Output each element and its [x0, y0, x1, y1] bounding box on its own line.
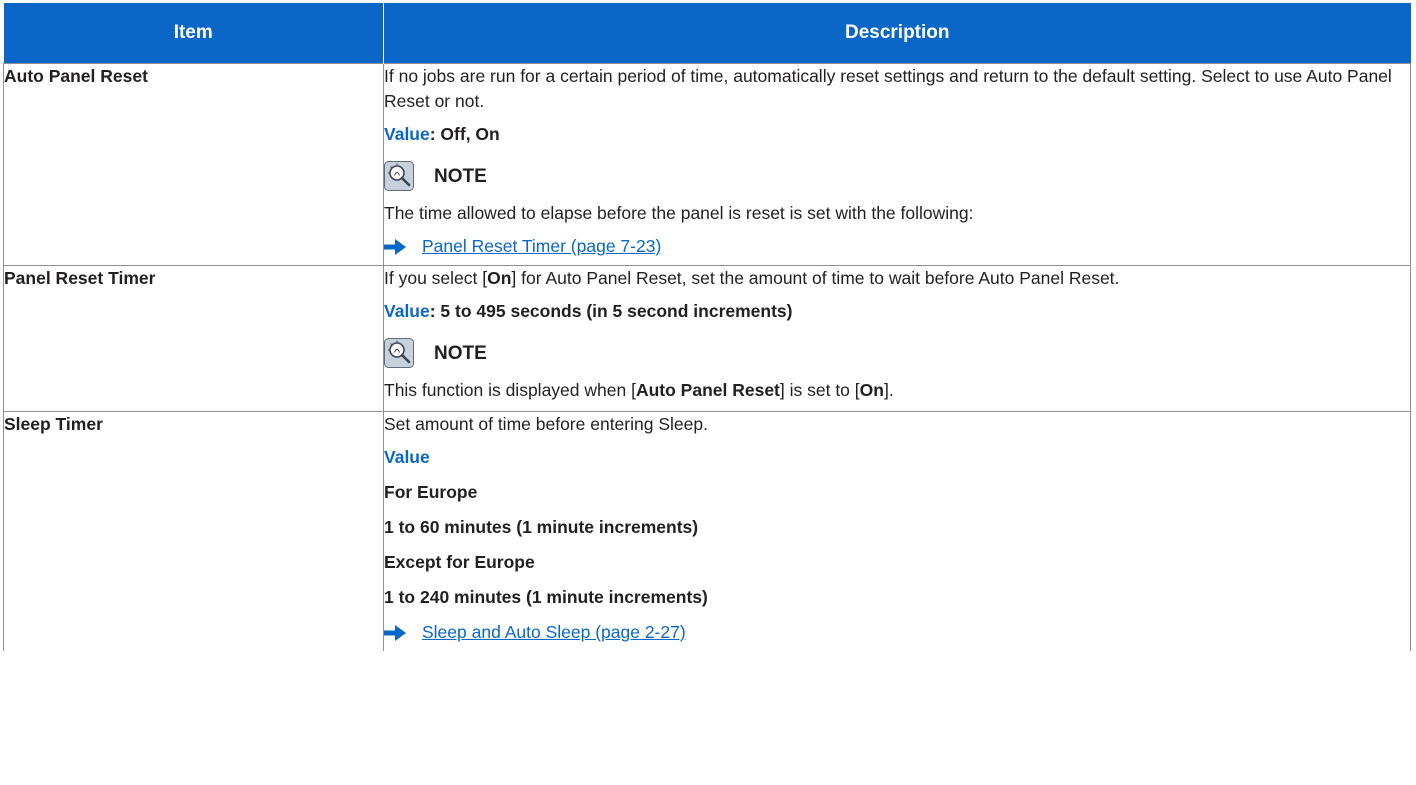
item-name: Panel Reset Timer	[3, 265, 384, 412]
right-arrow-icon	[384, 624, 406, 641]
value-range: 1 to 60 minutes (1 minute increments)	[384, 517, 699, 537]
note-label: NOTE	[434, 165, 487, 187]
value-text: : 5 to 495 seconds (in 5 second incremen…	[429, 301, 793, 321]
note-icon	[384, 161, 414, 191]
value-label: Value	[384, 447, 430, 467]
note-heading: NOTE	[384, 338, 1410, 368]
manual-page: Item Description Auto Panel Reset If no …	[0, 0, 1416, 785]
column-header-description: Description	[383, 3, 1411, 64]
value-range: 1 to 240 minutes (1 minute increments)	[384, 587, 708, 607]
description-text-pre: If you select [	[384, 268, 488, 288]
cross-reference: Panel Reset Timer (page 7-23)	[384, 234, 1410, 259]
item-description: If no jobs are run for a certain period …	[383, 63, 1411, 266]
note-text: The time allowed to elapse before the pa…	[384, 203, 974, 223]
item-description: Set amount of time before entering Sleep…	[383, 411, 1411, 651]
note-label: NOTE	[434, 342, 487, 364]
description-text-post: ] for Auto Panel Reset, set the amount o…	[511, 268, 1120, 288]
link-panel-reset-timer[interactable]: Panel Reset Timer (page 7-23)	[422, 234, 661, 259]
value-line: Value: 5 to 495 seconds (in 5 second inc…	[384, 299, 1410, 324]
item-description: If you select [On] for Auto Panel Reset,…	[383, 265, 1411, 412]
table-row-auto-panel-reset: Auto Panel Reset If no jobs are run for …	[3, 63, 1411, 266]
item-name: Auto Panel Reset	[3, 63, 384, 266]
value-line: Value: Off, On	[384, 122, 1410, 147]
cross-reference: Sleep and Auto Sleep (page 2-27)	[384, 620, 1410, 645]
note-text-mid: ] is set to [	[779, 380, 860, 400]
value-line: Value	[384, 445, 1410, 470]
right-arrow-icon	[384, 238, 406, 255]
link-sleep-and-auto-sleep[interactable]: Sleep and Auto Sleep (page 2-27)	[422, 620, 686, 645]
note-text-pre: This function is displayed when [	[384, 380, 636, 400]
description-text: If no jobs are run for a certain period …	[384, 66, 1392, 111]
note-icon	[384, 338, 414, 368]
item-name: Sleep Timer	[3, 411, 384, 651]
note-text: This function is displayed when [Auto Pa…	[384, 378, 1410, 403]
value-label: Value	[384, 301, 430, 321]
table-row-sleep-timer: Sleep Timer Set amount of time before en…	[3, 411, 1411, 651]
value-label: Value	[384, 124, 430, 144]
keyword-on: On	[487, 268, 512, 288]
description-text: If you select [On] for Auto Panel Reset,…	[384, 266, 1410, 291]
keyword-on: On	[859, 380, 884, 400]
table-header-row: Item Description	[3, 3, 1411, 64]
description-text: Set amount of time before entering Sleep…	[384, 414, 708, 434]
region-label: For Europe	[384, 482, 478, 502]
note-heading: NOTE	[384, 161, 1410, 191]
region-label: Except for Europe	[384, 552, 535, 572]
column-header-item: Item	[3, 3, 384, 64]
keyword-auto-panel-reset: Auto Panel Reset	[635, 380, 780, 400]
note-text-post: ].	[883, 380, 894, 400]
settings-table: Item Description Auto Panel Reset If no …	[3, 3, 1411, 651]
value-text: : Off, On	[429, 124, 500, 144]
table-row-panel-reset-timer: Panel Reset Timer If you select [On] for…	[3, 265, 1411, 412]
